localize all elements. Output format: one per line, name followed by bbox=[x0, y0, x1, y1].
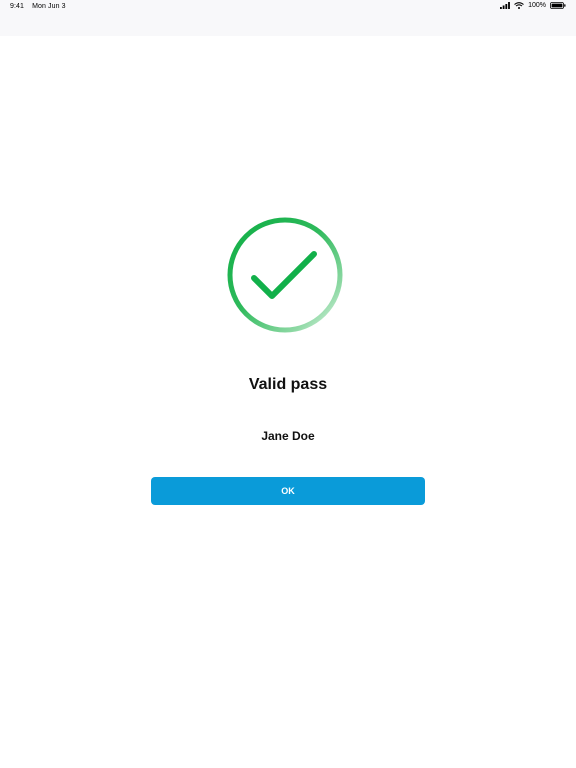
screen: 9:41 Mon Jun 3 100% Valid pass Jane Doe … bbox=[0, 0, 576, 768]
ok-button[interactable]: OK bbox=[151, 477, 425, 505]
status-right: 100% bbox=[500, 2, 566, 9]
wifi-icon bbox=[514, 2, 524, 9]
status-date: Mon Jun 3 bbox=[32, 3, 66, 10]
status-time: 9:41 bbox=[10, 3, 25, 10]
pass-holder-name: Jane Doe bbox=[261, 429, 315, 443]
battery-icon bbox=[550, 2, 566, 9]
result-title: Valid pass bbox=[248, 376, 328, 393]
check-circle-icon bbox=[226, 216, 344, 334]
status-left: 9:41 Mon Jun 3 bbox=[10, 3, 72, 10]
battery-percent: 100% bbox=[528, 2, 546, 9]
cellular-signal-icon bbox=[500, 2, 510, 9]
status-bar: 9:41 Mon Jun 3 100% bbox=[0, 0, 576, 36]
